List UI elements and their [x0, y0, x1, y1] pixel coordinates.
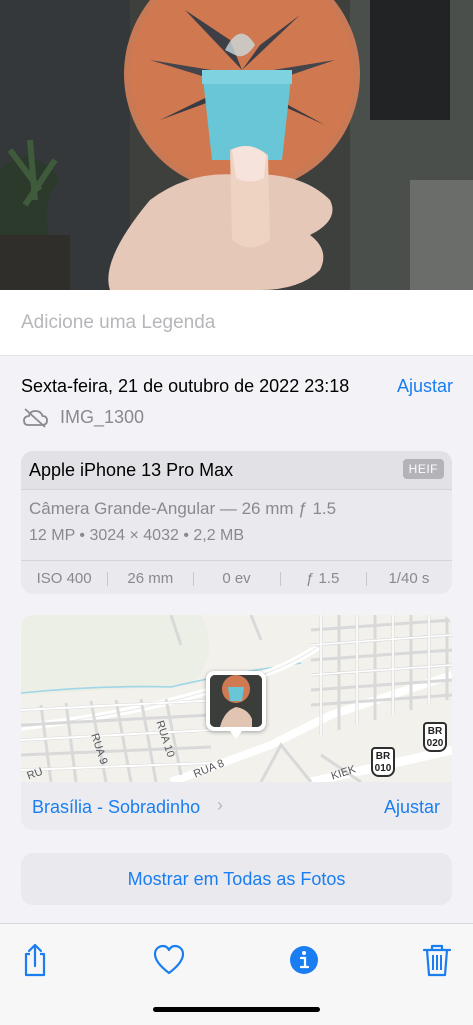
route-shield-br-020: BR 020 — [423, 722, 447, 752]
heart-icon — [153, 944, 185, 975]
share-button[interactable] — [17, 942, 53, 978]
photo-thumbnail — [210, 675, 262, 727]
home-indicator[interactable] — [153, 1007, 320, 1012]
chevron-right-icon[interactable]: › — [217, 795, 223, 816]
camera-info-card: Apple iPhone 13 Pro Max HEIF Câmera Gran… — [21, 451, 452, 594]
file-name: IMG_1300 — [60, 407, 145, 427]
info-button[interactable] — [286, 942, 322, 978]
share-icon — [24, 943, 46, 977]
exif-exposure-value: 0 ev — [193, 570, 279, 587]
lens-info: Câmera Grande-Angular — 26 mm ƒ 1.5 — [29, 499, 337, 518]
trash-icon — [422, 944, 452, 977]
exif-focal-length: 26 mm — [107, 570, 193, 587]
show-in-all-photos-button[interactable]: Mostrar em Todas as Fotos — [21, 853, 452, 905]
info-icon — [290, 946, 318, 974]
photo-preview — [0, 0, 473, 290]
format-badge: HEIF — [402, 459, 444, 479]
image-specs: 12 MP • 3024 × 4032 • 2,2 MB — [29, 527, 245, 544]
date-row: Sexta-feira, 21 de outubro de 2022 23:18… — [21, 376, 453, 400]
location-card: RUA 9 RUA 10 RUA 8 RU KIEK BR 020 BR 010… — [21, 615, 452, 830]
caption-placeholder: Adicione uma Legenda — [21, 312, 216, 333]
exif-row: ISO 400 26 mm 0 ev ƒ 1.5 1/40 s — [21, 560, 452, 594]
shield-prefix: BR — [427, 726, 443, 737]
cloud-slash-icon — [23, 408, 48, 428]
location-footer: Brasília - Sobradinho › Ajustar — [21, 782, 452, 830]
delete-button[interactable] — [419, 942, 455, 978]
favorite-button[interactable] — [151, 942, 187, 978]
location-name-link[interactable]: Brasília - Sobradinho — [32, 797, 200, 818]
shield-number: 020 — [426, 738, 444, 749]
map-photo-pin[interactable] — [206, 671, 266, 739]
adjust-date-button[interactable]: Ajustar — [397, 376, 453, 397]
device-header: Apple iPhone 13 Pro Max HEIF — [21, 451, 452, 490]
shield-number: 010 — [374, 763, 392, 774]
exif-shutter-speed: 1/40 s — [365, 570, 452, 587]
caption-field[interactable]: Adicione uma Legenda — [0, 290, 473, 356]
route-shield-br-010: BR 010 — [371, 747, 395, 777]
date-time: Sexta-feira, 21 de outubro de 2022 23:18 — [21, 376, 350, 396]
device-name: Apple iPhone 13 Pro Max — [29, 460, 234, 480]
exif-aperture: ƒ 1.5 — [279, 570, 366, 587]
shield-prefix: BR — [375, 751, 391, 762]
adjust-location-button[interactable]: Ajustar — [384, 797, 440, 818]
exif-iso: ISO 400 — [36, 569, 92, 587]
location-map[interactable]: RUA 9 RUA 10 RUA 8 RU KIEK BR 020 BR 010 — [21, 615, 452, 782]
